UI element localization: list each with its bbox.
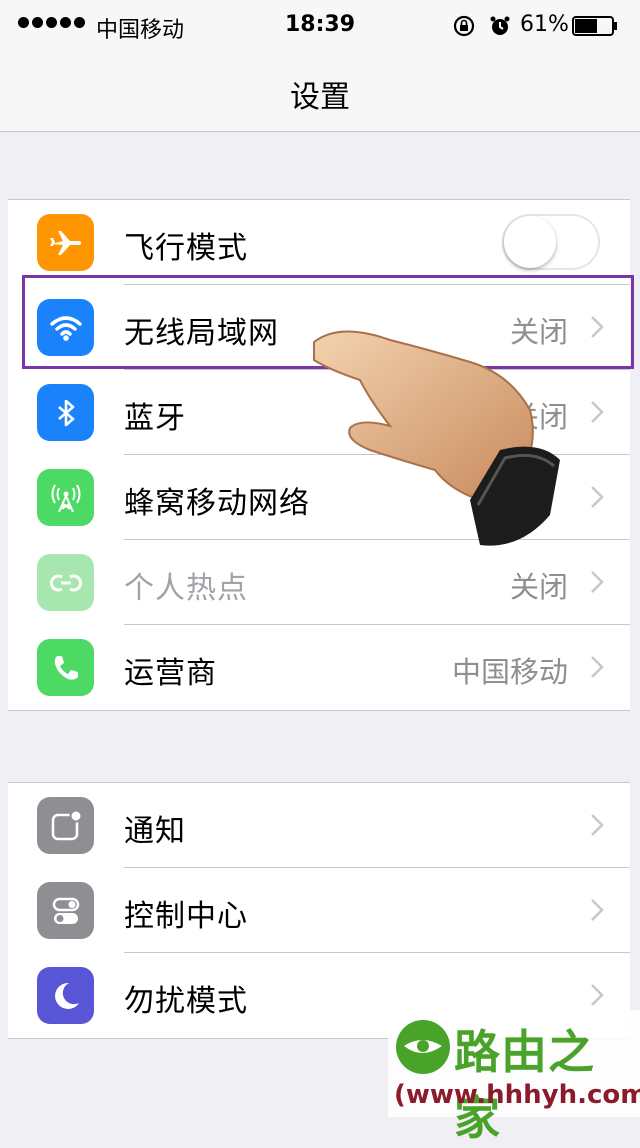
hotspot-icon [37,554,94,611]
watermark-url: (www.hhhyh.com) [394,1080,640,1110]
chevron-right-icon [591,984,604,1006]
bluetooth-icon [37,384,94,441]
phone-icon [37,639,94,696]
battery-icon [572,16,617,36]
notifications-icon [37,797,94,854]
battery-percentage: 61% [520,12,569,37]
chevron-right-icon [591,571,604,593]
chevron-right-icon [591,656,604,678]
settings-row-label: 通知 [124,814,186,849]
airplane-icon [37,214,94,271]
status-bar: 中国移动 18:39 61% [0,0,640,54]
chevron-right-icon [591,899,604,921]
settings-row-label: 控制中心 [124,899,248,934]
site-logo-icon [396,1020,450,1074]
watermark: 路由之家 (www.hhhyh.com) [388,1010,640,1145]
settings-row-label: 勿扰模式 [124,984,248,1019]
settings-row-airplane-mode: 飞行模式 [8,200,630,285]
rotation-lock-icon [453,15,475,37]
settings-row-carrier[interactable]: 运营商 中国移动 [8,625,630,710]
settings-row-label: 蓝牙 [124,401,186,436]
settings-row-control-center[interactable]: 控制中心 [8,868,630,953]
moon-icon [37,967,94,1024]
airplane-mode-toggle[interactable] [502,214,600,270]
system-settings-group: 通知 控制中心 勿扰模式 [8,782,630,1039]
settings-row-label: 个人热点 [124,571,248,606]
settings-row-value: 中国移动 [451,655,568,689]
settings-row-notifications[interactable]: 通知 [8,783,630,868]
navigation-bar: 设置 [0,54,640,132]
settings-row-value: 关闭 [509,570,568,604]
pointing-hand-icon [313,330,560,546]
alarm-icon [490,16,510,35]
settings-row-label: 蜂窝移动网络 [124,486,310,521]
toggle-knob [504,216,556,268]
control-center-icon [37,882,94,939]
chevron-right-icon [591,814,604,836]
cellular-icon [37,469,94,526]
page-title: 设置 [290,80,350,115]
settings-row-label: 运营商 [124,656,217,691]
settings-row-label: 飞行模式 [124,231,248,266]
